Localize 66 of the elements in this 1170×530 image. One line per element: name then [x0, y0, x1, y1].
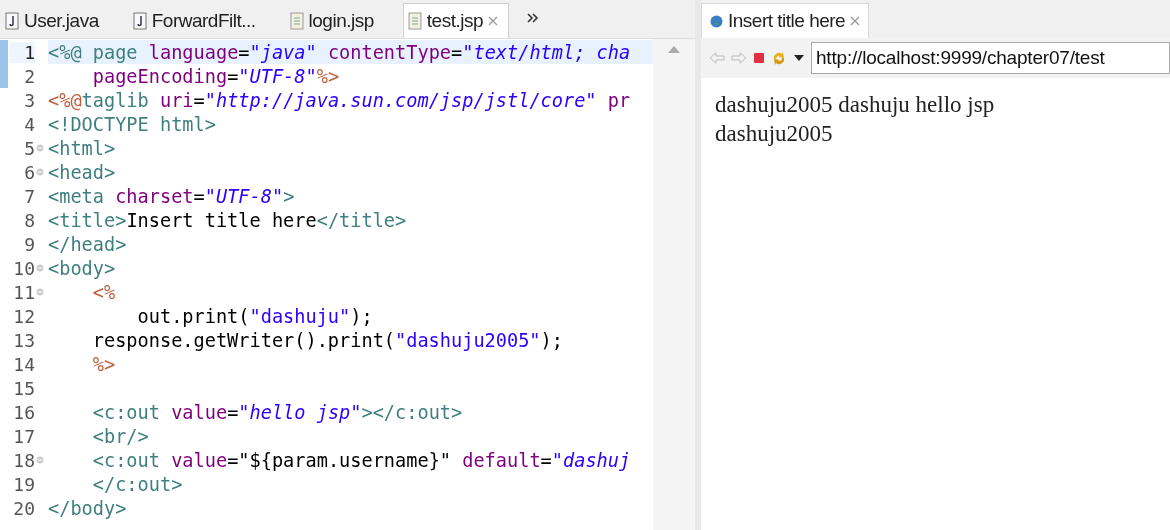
code-line: <%@taglib uri="http://java.sun.com/jsp/jstl/core" pr [48, 88, 632, 112]
line-number: 3 [23, 89, 35, 111]
line-number: 11 [12, 281, 35, 303]
code-line: <c:out value="hello jsp"></c:out> [91, 400, 464, 424]
forward-icon[interactable] [731, 52, 747, 64]
jsp-file-icon [289, 12, 304, 30]
java-file-icon [132, 12, 147, 30]
code-line: out.print("dashuju"); [136, 304, 374, 328]
close-icon[interactable] [488, 16, 498, 26]
fold-icon[interactable] [36, 288, 44, 296]
code-line: <title>Insert title here</title> [48, 208, 408, 232]
fold-icon[interactable] [36, 456, 44, 464]
line-number: 13 [12, 329, 35, 351]
code-line: <% [91, 280, 117, 304]
page-text: dashuju2005 [715, 120, 834, 148]
browser-tab[interactable]: Insert title here [701, 3, 870, 38]
code-line: %> [91, 352, 117, 376]
back-icon[interactable] [709, 52, 725, 64]
line-number: 20 [12, 497, 35, 519]
code-line: </body> [48, 496, 128, 520]
globe-icon [710, 14, 723, 28]
line-number: 1 [9, 41, 35, 63]
close-icon[interactable] [850, 16, 861, 26]
editor-tab[interactable]: login.jsp [284, 3, 385, 38]
line-number: 19 [12, 473, 35, 495]
code-line: <body> [48, 256, 117, 280]
line-number: 7 [23, 185, 35, 207]
line-number: 2 [23, 65, 35, 87]
refresh-icon[interactable] [771, 50, 787, 66]
fold-icon[interactable] [36, 264, 44, 272]
line-number: 17 [12, 425, 35, 447]
line-number: 4 [23, 113, 35, 135]
line-number: 10 [12, 257, 35, 279]
line-number: 14 [12, 353, 35, 375]
code-line: <head> [48, 160, 117, 184]
line-number: 16 [12, 401, 35, 423]
code-line: <!DOCTYPE html> [48, 112, 217, 136]
line-number: 6 [23, 161, 35, 183]
caret-icon[interactable] [793, 54, 805, 62]
scrollbar[interactable] [653, 39, 695, 530]
line-number: 18 [12, 449, 35, 471]
editor-tab[interactable]: User.java [0, 3, 110, 38]
jsp-file-icon [407, 12, 422, 30]
more-tabs-icon[interactable] [527, 13, 541, 25]
line-number: 15 [12, 377, 35, 399]
line-number: 9 [23, 233, 35, 255]
code-line: <meta charset="UTF-8"> [48, 184, 296, 208]
url-field[interactable]: http://localhost:9999/chapter07/test [811, 42, 1170, 74]
fold-icon[interactable] [36, 144, 44, 152]
code-line: </head> [48, 232, 128, 256]
line-number: 12 [12, 305, 35, 327]
editor-tab[interactable]: test.jsp [402, 3, 509, 38]
java-file-icon [5, 12, 19, 30]
line-number: 8 [23, 209, 35, 231]
code-line: </c:out> [91, 472, 184, 496]
code-line: <br/> [91, 424, 150, 448]
code-line: <c:out value="${param.username}" default="dashuj [91, 448, 632, 472]
code-line: response.getWriter().print("dashuju2005"); [91, 328, 564, 352]
editor-tab[interactable]: ForwardFilt... [127, 3, 267, 38]
page-text: dashuju2005 dashuju hello jsp [715, 91, 996, 119]
line-number: 5 [23, 137, 35, 159]
scroll-up-icon[interactable] [667, 45, 681, 54]
stop-icon[interactable] [753, 52, 765, 64]
code-line: <html> [48, 136, 117, 160]
fold-icon[interactable] [36, 168, 44, 176]
code-line: pageEncoding="UTF-8"%> [91, 64, 341, 88]
